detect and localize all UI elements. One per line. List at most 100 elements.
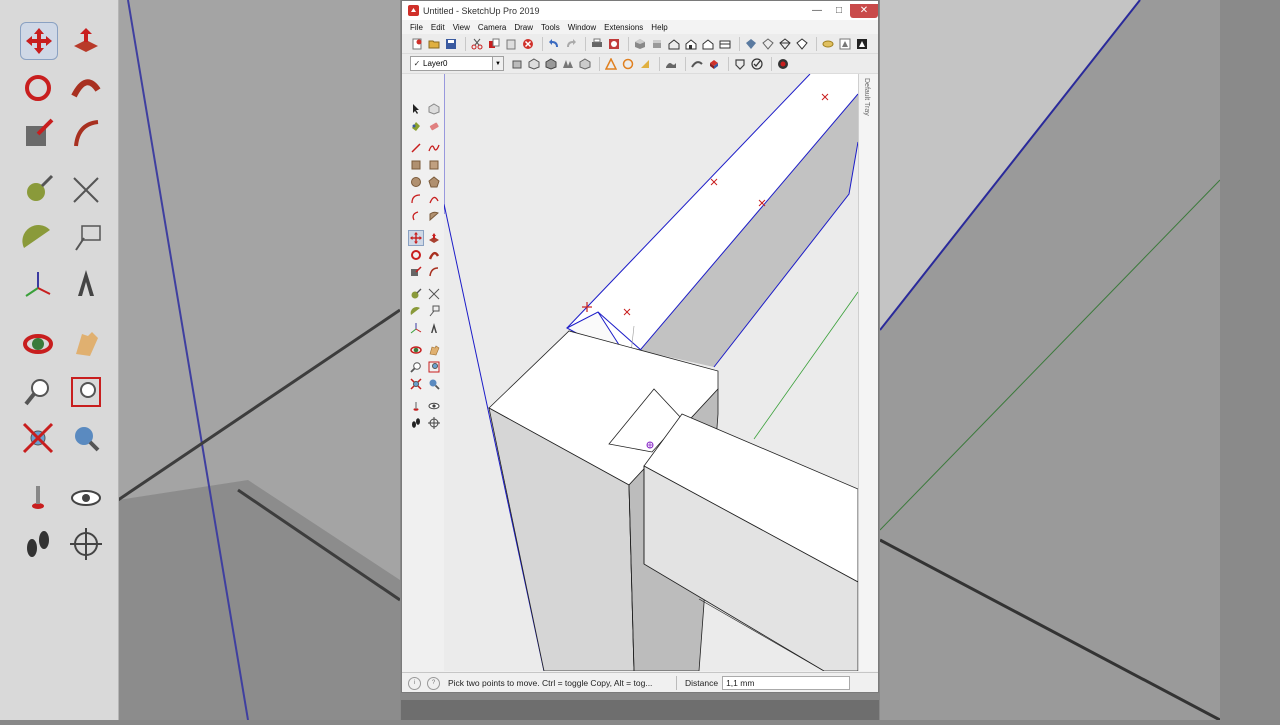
open-icon[interactable] — [427, 37, 441, 51]
menu-view[interactable]: View — [453, 23, 470, 32]
scale-icon[interactable] — [408, 264, 424, 280]
tape-measure-icon[interactable] — [408, 286, 424, 302]
move-icon[interactable] — [408, 230, 424, 246]
cut-icon[interactable] — [470, 37, 484, 51]
follow-me-icon[interactable] — [426, 247, 442, 263]
left-view-icon[interactable] — [718, 37, 732, 51]
back-view-icon[interactable] — [701, 37, 715, 51]
menu-extensions[interactable]: Extensions — [604, 23, 643, 32]
look-around-icon[interactable] — [426, 398, 442, 414]
menu-edit[interactable]: Edit — [431, 23, 445, 32]
top-view-icon[interactable] — [650, 37, 664, 51]
rectangle-icon[interactable] — [408, 157, 424, 173]
menu-draw[interactable]: Draw — [514, 23, 533, 32]
menu-file[interactable]: File — [410, 23, 423, 32]
shaded-icon[interactable] — [821, 37, 835, 51]
right-view-icon[interactable] — [684, 37, 698, 51]
zoom-extents-icon[interactable] — [408, 376, 424, 392]
measurement-box[interactable]: 1,1 mm — [722, 676, 851, 690]
erase-icon[interactable] — [521, 37, 535, 51]
styles-icon[interactable] — [733, 57, 747, 71]
bg-protractor-icon — [20, 220, 56, 256]
print-icon[interactable] — [590, 37, 604, 51]
zoom-window-icon[interactable] — [426, 359, 442, 375]
model-drawing — [444, 74, 858, 671]
pie-icon[interactable] — [426, 208, 442, 224]
line-icon[interactable] — [408, 140, 424, 156]
bg-right-drawing — [879, 0, 1280, 722]
position-camera-icon[interactable] — [408, 398, 424, 414]
hidden-line-icon[interactable] — [795, 37, 809, 51]
scenes-icon[interactable] — [750, 57, 764, 71]
offset-icon[interactable] — [426, 264, 442, 280]
arc-icon[interactable] — [408, 191, 424, 207]
drawing-viewport[interactable] — [444, 74, 858, 671]
model-info-icon[interactable] — [607, 37, 621, 51]
save-icon[interactable] — [444, 37, 458, 51]
display-section-cuts-icon[interactable] — [544, 57, 558, 71]
pan-icon[interactable] — [426, 342, 442, 358]
text-icon[interactable] — [426, 303, 442, 319]
previous-view-icon[interactable] — [426, 376, 442, 392]
monochrome-icon[interactable] — [855, 37, 869, 51]
section-fill-icon[interactable] — [561, 57, 575, 71]
layout-icon[interactable] — [621, 57, 635, 71]
menu-camera[interactable]: Camera — [478, 23, 506, 32]
iso-view-icon[interactable] — [633, 37, 647, 51]
wireframe-icon[interactable] — [778, 37, 792, 51]
freehand-icon[interactable] — [426, 140, 442, 156]
3d-text-icon[interactable] — [426, 320, 442, 336]
menu-tools[interactable]: Tools — [541, 23, 560, 32]
bg-offset-icon — [68, 116, 104, 152]
zoom-icon[interactable] — [408, 359, 424, 375]
default-tray[interactable]: Default Tray — [858, 74, 878, 671]
orbit-icon[interactable] — [408, 342, 424, 358]
dimension-icon[interactable] — [426, 286, 442, 302]
undo-icon[interactable] — [547, 37, 561, 51]
minimize-button[interactable]: — — [806, 4, 828, 18]
paint-bucket-icon[interactable] — [408, 118, 424, 134]
menu-help[interactable]: Help — [651, 23, 667, 32]
display-section-planes-icon[interactable] — [527, 57, 541, 71]
eraser-icon[interactable] — [426, 118, 442, 134]
push-pull-icon[interactable] — [426, 230, 442, 246]
toggle-terrain-icon[interactable] — [664, 57, 678, 71]
warehouse-icon[interactable] — [578, 57, 592, 71]
rotated-rectangle-icon[interactable] — [426, 157, 442, 173]
axes-icon[interactable] — [408, 320, 424, 336]
ruby-console-icon[interactable] — [776, 57, 790, 71]
standard-toolbar — [402, 34, 878, 54]
xray-icon[interactable] — [744, 37, 758, 51]
rotate-icon[interactable] — [408, 247, 424, 263]
circle-icon[interactable] — [408, 174, 424, 190]
section-plane-tool-icon[interactable] — [426, 415, 442, 431]
layer-dropdown[interactable]: ✓ Layer0 ▼ — [410, 56, 504, 71]
chevron-down-icon[interactable]: ▼ — [492, 57, 503, 70]
walk-icon[interactable] — [408, 415, 424, 431]
front-view-icon[interactable] — [667, 37, 681, 51]
extension-manager-icon[interactable] — [707, 57, 721, 71]
polygon-icon[interactable] — [426, 174, 442, 190]
two-point-arc-icon[interactable] — [426, 191, 442, 207]
geo-location-icon[interactable]: i — [408, 676, 421, 690]
three-point-arc-icon[interactable] — [408, 208, 424, 224]
make-component-icon[interactable] — [426, 101, 442, 117]
add-location-icon[interactable] — [638, 57, 652, 71]
select-icon[interactable] — [408, 101, 424, 117]
back-edges-icon[interactable] — [761, 37, 775, 51]
menu-window[interactable]: Window — [568, 23, 596, 32]
title-bar[interactable]: Untitled - SketchUp Pro 2019 — □ ✕ — [402, 1, 878, 20]
copy-icon[interactable] — [487, 37, 501, 51]
section-plane-icon[interactable] — [510, 57, 524, 71]
maximize-button[interactable]: □ — [828, 4, 850, 18]
new-icon[interactable] — [410, 37, 424, 51]
shaded-textures-icon[interactable] — [838, 37, 852, 51]
extension-warehouse-icon[interactable] — [604, 57, 618, 71]
protractor-icon[interactable] — [408, 303, 424, 319]
close-button[interactable]: ✕ — [850, 3, 878, 18]
paste-icon[interactable] — [504, 37, 518, 51]
photo-texture-icon[interactable] — [690, 57, 704, 71]
default-tray-label[interactable]: Default Tray — [863, 78, 870, 116]
redo-icon[interactable] — [564, 37, 578, 51]
help-icon[interactable]: ? — [427, 676, 440, 690]
